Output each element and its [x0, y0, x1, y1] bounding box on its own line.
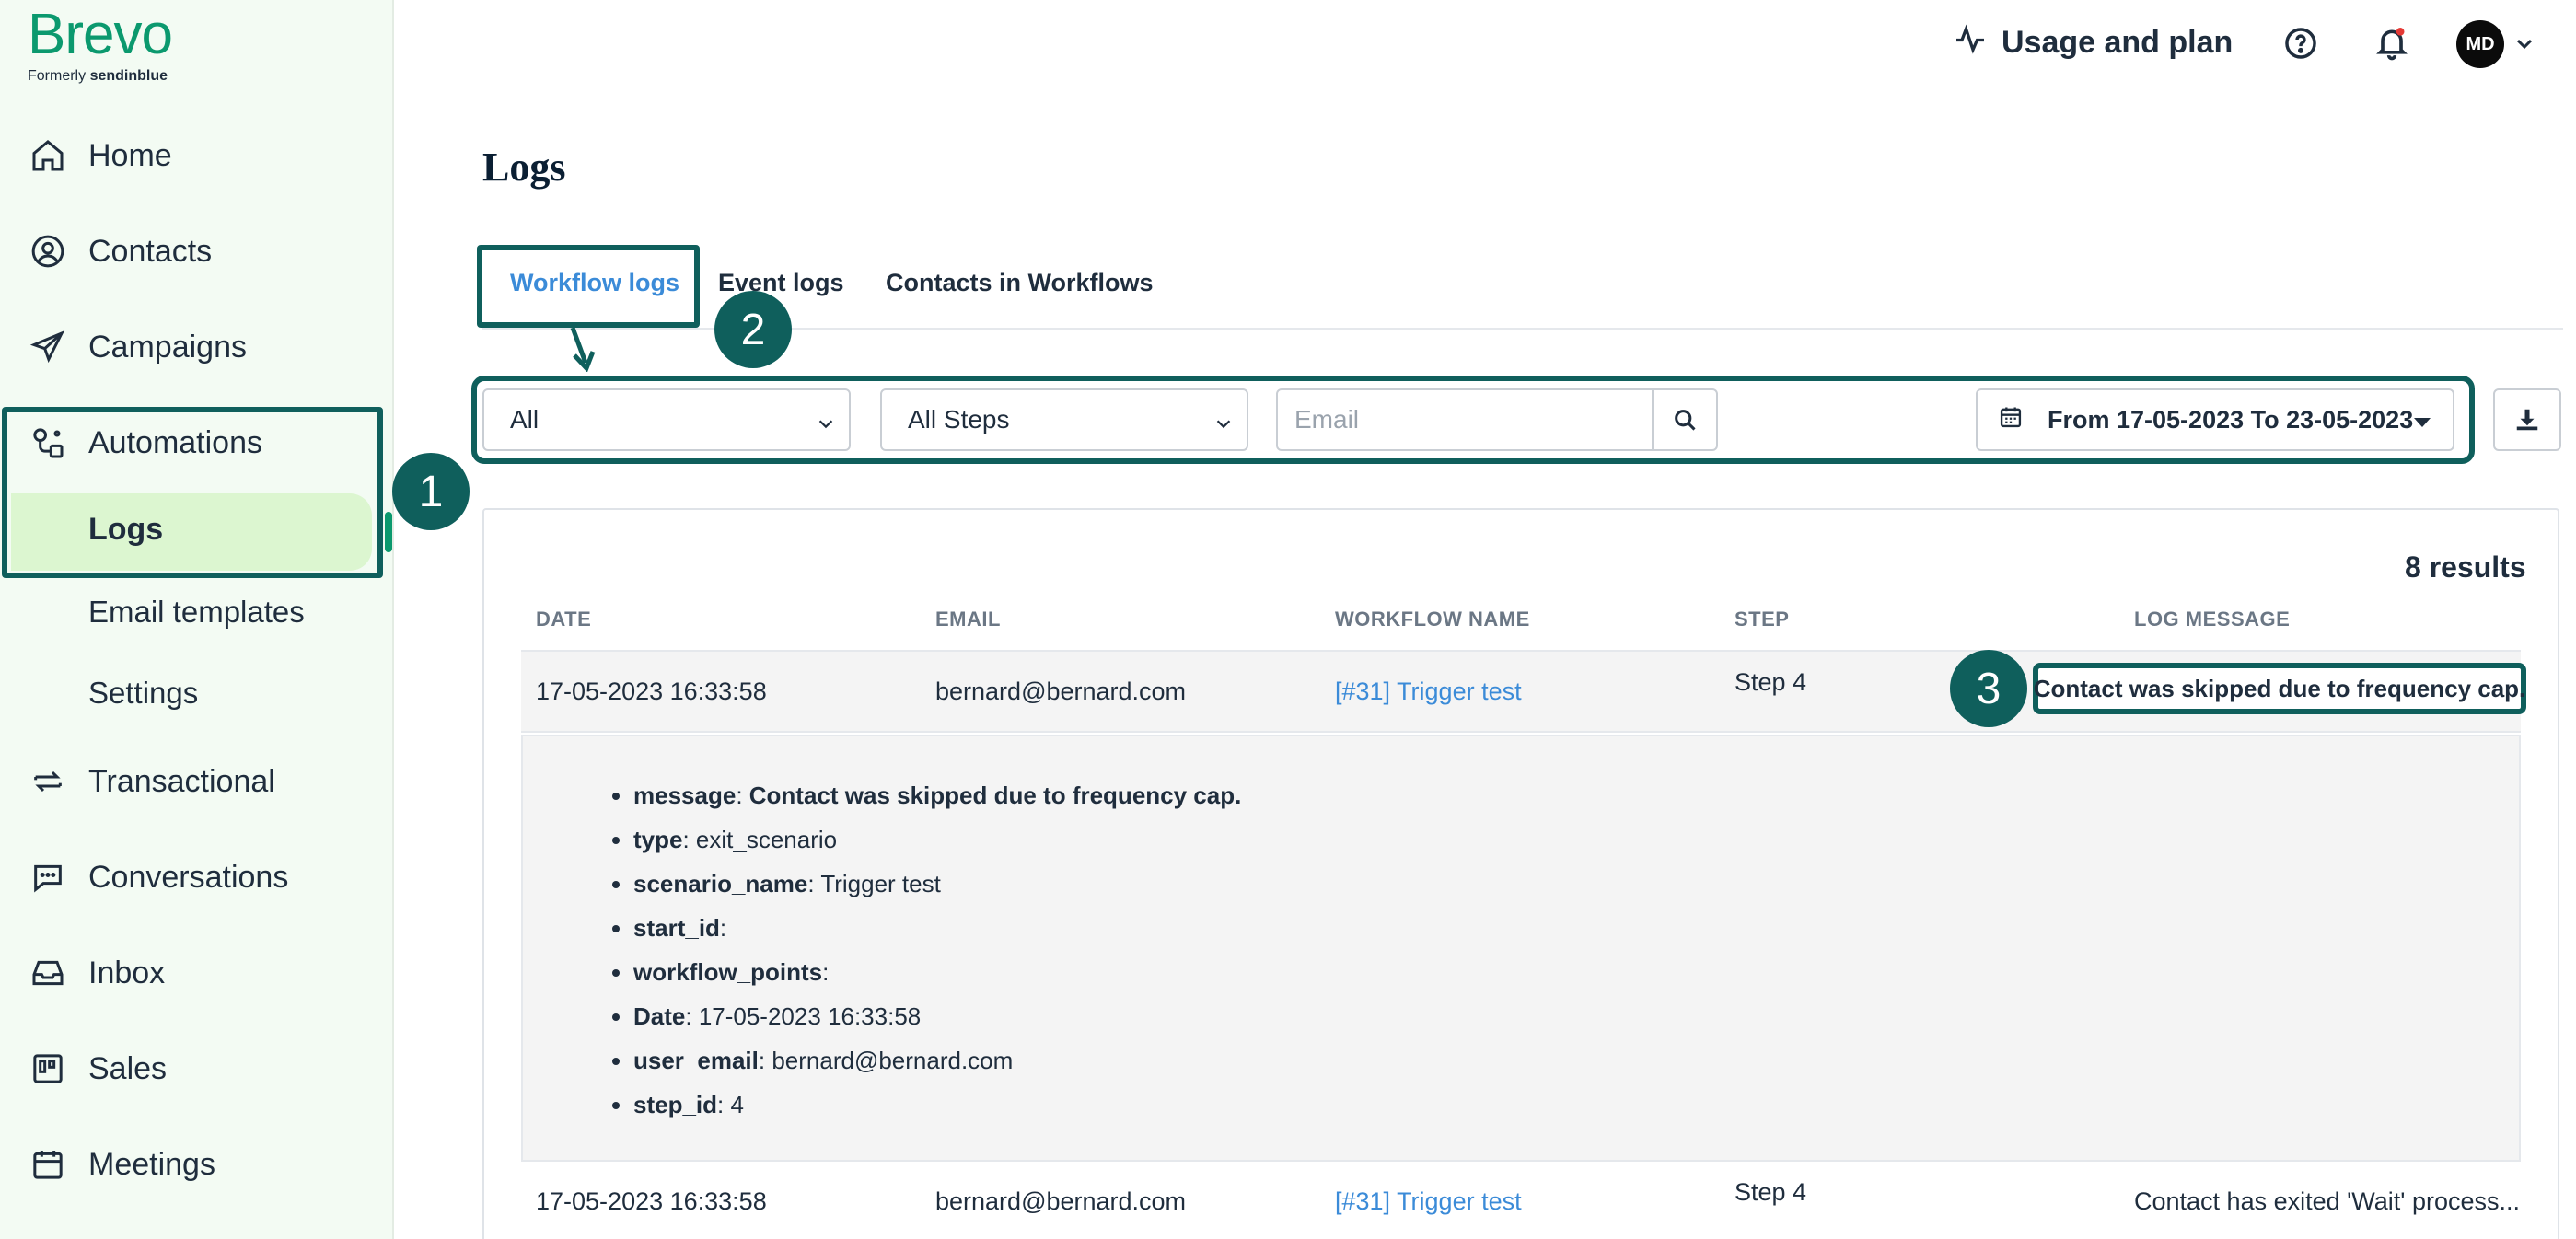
chevron-down-icon[interactable]	[2513, 33, 2535, 55]
annotation-badge-3: 3	[1950, 650, 2027, 727]
steps-select-value: All Steps	[908, 405, 1010, 434]
activity-icon	[1954, 22, 1987, 64]
tab-event-logs[interactable]: Event logs	[718, 269, 844, 297]
annotation-badge-2: 2	[714, 291, 792, 368]
sidebar-item-label: Transactional	[88, 763, 275, 799]
row-divider	[521, 1160, 2521, 1162]
sidebar-item-inbox[interactable]: Inbox	[28, 941, 165, 1005]
row-log-message: Contact was skipped due to frequency cap…	[2033, 663, 2526, 714]
sidebar-item-home[interactable]: Home	[28, 123, 172, 188]
chevron-down-icon	[1213, 411, 1234, 440]
row-workflow-link[interactable]: [#31] Trigger test	[1335, 677, 1522, 706]
avatar[interactable]: MD	[2456, 20, 2504, 68]
transactional-icon	[28, 761, 68, 802]
active-indicator	[385, 512, 392, 552]
column-header-email: EMAIL	[935, 608, 1001, 631]
caret-down-icon	[2414, 418, 2431, 427]
sidebar-item-conversations[interactable]: Conversations	[28, 845, 288, 909]
column-header-log-message: LOG MESSAGE	[2134, 608, 2291, 631]
download-button[interactable]	[2493, 388, 2561, 451]
annotation-box-2	[477, 245, 700, 328]
sidebar-item-label: Home	[88, 137, 172, 173]
row-workflow-link[interactable]: [#31] Trigger test	[1335, 1187, 1522, 1216]
list-item: Date: 17-05-2023 16:33:58	[633, 994, 1241, 1038]
list-item: step_id: 4	[633, 1083, 1241, 1127]
list-item: type: exit_scenario	[633, 817, 1241, 862]
detail-list: message: Contact was skipped due to freq…	[633, 773, 1241, 1127]
status-select-value: All	[510, 405, 540, 434]
download-icon	[2516, 409, 2538, 431]
home-icon	[28, 135, 68, 176]
tabs-divider	[482, 328, 2563, 330]
usage-and-plan-button[interactable]: Usage and plan	[1954, 22, 2233, 64]
sidebar-subitem-settings[interactable]: Settings	[88, 676, 198, 711]
email-search-input[interactable]: Email	[1276, 388, 1654, 451]
status-select[interactable]: All	[482, 388, 851, 451]
annotation-arrow	[570, 328, 596, 372]
row-step: Step 4	[1735, 668, 1807, 696]
page-title: Logs	[482, 145, 566, 190]
log-detail-panel: message: Contact was skipped due to freq…	[521, 735, 2521, 1162]
steps-select[interactable]: All Steps	[880, 388, 1248, 451]
list-item: start_id:	[633, 906, 1241, 950]
row-log-message: Contact has exited 'Wait' process...	[2134, 1187, 2520, 1215]
row-date: 17-05-2023 16:33:58	[536, 1187, 767, 1215]
sidebar-item-label: Inbox	[88, 955, 166, 990]
list-item: user_email: bernard@bernard.com	[633, 1038, 1241, 1083]
notification-bell-icon[interactable]	[2373, 24, 2410, 61]
calendar-icon	[1998, 404, 2024, 436]
inbox-icon	[28, 953, 68, 993]
sidebar-item-label: Campaigns	[88, 329, 247, 365]
sidebar-item-contacts[interactable]: Contacts	[28, 219, 212, 284]
kanban-icon	[28, 1048, 68, 1089]
chevron-down-icon	[816, 411, 836, 440]
list-item: scenario_name: Trigger test	[633, 862, 1241, 906]
row-email: bernard@bernard.com	[935, 677, 1187, 705]
sidebar-item-label: Sales	[88, 1050, 168, 1086]
date-range-picker[interactable]: From 17-05-2023 To 23-05-2023	[1976, 388, 2454, 451]
calendar-icon	[28, 1144, 68, 1185]
sidebar-item-label: Meetings	[88, 1146, 215, 1182]
app: Brevo Formerly sendinblue Home Contacts …	[0, 0, 2576, 1239]
column-header-date: DATE	[536, 608, 592, 631]
row-step: Step 4	[1735, 1178, 1807, 1206]
tab-contacts-in-workflows[interactable]: Contacts in Workflows	[886, 269, 1154, 297]
column-header-workflow-name: WORKFLOW NAME	[1335, 608, 1530, 631]
search-button[interactable]	[1652, 388, 1718, 451]
sidebar-item-meetings[interactable]: Meetings	[28, 1132, 215, 1197]
sidebar-subitem-email-templates[interactable]: Email templates	[88, 595, 305, 630]
list-item: workflow_points:	[633, 950, 1241, 994]
brevo-logo[interactable]: Brevo Formerly sendinblue	[28, 3, 173, 85]
help-icon[interactable]	[2283, 26, 2318, 61]
row-email: bernard@bernard.com	[935, 1187, 1187, 1215]
paper-plane-icon	[28, 327, 68, 367]
logo-word: Brevo	[28, 3, 173, 66]
annotation-box-1	[2, 407, 383, 578]
sidebar-item-sales[interactable]: Sales	[28, 1036, 167, 1101]
chat-icon	[28, 857, 68, 897]
annotation-badge-1: 1	[392, 453, 470, 530]
column-header-step: STEP	[1735, 608, 1790, 631]
sidebar-item-label: Conversations	[88, 859, 289, 895]
sidebar-item-campaigns[interactable]: Campaigns	[28, 315, 247, 379]
sidebar-item-transactional[interactable]: Transactional	[28, 749, 275, 814]
contacts-icon	[28, 231, 68, 272]
usage-label: Usage and plan	[2002, 25, 2234, 60]
logo-formerly: Formerly sendinblue	[28, 68, 168, 84]
row-date: 17-05-2023 16:33:58	[536, 677, 767, 705]
results-count: 8 results	[2405, 550, 2526, 584]
list-item: message: Contact was skipped due to freq…	[633, 773, 1241, 817]
date-range-label: From 17-05-2023 To 23-05-2023	[2048, 405, 2414, 434]
search-icon	[1675, 410, 1696, 431]
sidebar-item-label: Contacts	[88, 233, 213, 269]
sidebar: Brevo Formerly sendinblue Home Contacts …	[0, 0, 394, 1239]
